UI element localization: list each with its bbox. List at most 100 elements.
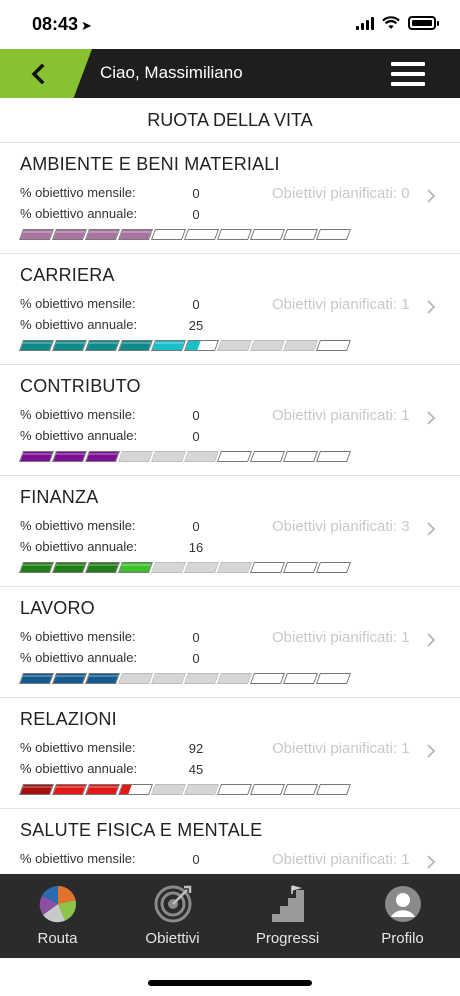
progress-segment — [117, 340, 154, 351]
category-list: AMBIENTE E BENI MATERIALI % obiettivo men… — [0, 143, 460, 874]
progress-segment — [18, 673, 55, 684]
progress-segment — [150, 784, 187, 795]
monthly-goal-label: % obiettivo mensile: — [20, 407, 136, 422]
tab-routa[interactable]: Routa — [0, 874, 115, 958]
category-name: CONTRIBUTO — [20, 376, 141, 396]
category-name: CARRIERA — [20, 265, 115, 285]
progress-segment — [84, 562, 121, 573]
category-row[interactable]: CONTRIBUTO % obiettivo mensile: % obiettiv… — [0, 365, 460, 476]
chevron-right-icon — [427, 522, 436, 536]
progress-segment — [315, 229, 352, 240]
planned-goals-count: Obiettivi pianificati: 0 — [272, 185, 410, 202]
tab-label: Obiettivi — [145, 930, 200, 947]
annual-goal-value: 45 — [188, 762, 204, 777]
progress-segment — [150, 340, 187, 351]
annual-goal-value: 16 — [188, 540, 204, 555]
home-indicator[interactable] — [148, 980, 312, 986]
app-header: Ciao, Massimiliano — [0, 49, 460, 98]
chevron-right-icon — [427, 189, 436, 203]
progress-segment — [315, 340, 352, 351]
category-row[interactable]: FINANZA % obiettivo mensile: % obiettivo a… — [0, 476, 460, 587]
chevron-right-icon — [427, 411, 436, 425]
progress-segment — [249, 784, 286, 795]
monthly-goal-label: % obiettivo mensile: — [20, 851, 136, 866]
annual-goal-label: % obiettivo annuale: — [20, 650, 138, 665]
progress-segment — [282, 229, 319, 240]
page-title: RUOTA DELLA VITA — [0, 98, 460, 143]
home-indicator-area — [0, 958, 460, 996]
progress-segment — [18, 562, 55, 573]
monthly-goal-value: 0 — [192, 297, 200, 312]
monthly-goal-value: 0 — [192, 630, 200, 645]
greeting-title: Ciao, Massimiliano — [100, 63, 243, 82]
wifi-icon — [382, 16, 400, 29]
progress-segment — [183, 340, 220, 351]
progress-segment — [84, 673, 121, 684]
status-icons — [356, 16, 439, 30]
wheel-icon — [39, 886, 76, 923]
progress-segment — [249, 562, 286, 573]
category-row[interactable]: LAVORO % obiettivo mensile: % obiettivo an… — [0, 587, 460, 698]
progress-segment — [117, 451, 154, 462]
progress-segment — [249, 340, 286, 351]
progress-segment — [51, 673, 88, 684]
monthly-goal-label: % obiettivo mensile: — [20, 740, 136, 755]
progress-segment — [150, 673, 187, 684]
category-row[interactable]: RELAZIONI % obiettivo mensile: % obiettivo… — [0, 698, 460, 809]
progress-bar — [18, 340, 352, 351]
progress-segment — [117, 562, 154, 573]
progress-segment — [84, 229, 121, 240]
progress-segment — [315, 673, 352, 684]
annual-goal-label: % obiettivo annuale: — [20, 206, 138, 221]
category-name: SALUTE FISICA E MENTALE — [20, 820, 263, 840]
cellular-signal-icon — [356, 16, 374, 30]
progress-segment — [51, 451, 88, 462]
progress-segment — [282, 562, 319, 573]
progress-bar — [18, 451, 352, 462]
back-arrow-icon — [31, 64, 45, 84]
progress-segment — [18, 784, 55, 795]
clock-text: 08:43 — [32, 14, 79, 34]
progress-bar — [18, 229, 352, 240]
annual-goal-value: 0 — [192, 651, 200, 666]
tab-profilo[interactable]: Profilo — [345, 874, 460, 958]
progress-segment — [216, 340, 253, 351]
tab-label: Progressi — [255, 930, 320, 947]
category-row[interactable]: AMBIENTE E BENI MATERIALI % obiettivo men… — [0, 143, 460, 254]
battery-icon — [408, 16, 439, 30]
hamburger-menu-button[interactable] — [391, 62, 425, 86]
status-bar: 08:43 ➤ — [0, 0, 460, 48]
progress-segment — [51, 229, 88, 240]
progress-segment — [282, 784, 319, 795]
progress-segment — [216, 562, 253, 573]
tab-label: Routa — [37, 930, 78, 947]
annual-goal-label: % obiettivo annuale: — [20, 317, 138, 332]
category-row[interactable]: SALUTE FISICA E MENTALE % obiettivo mensi… — [0, 809, 460, 874]
tab-obiettivi[interactable]: Obiettivi — [115, 874, 230, 958]
monthly-goal-label: % obiettivo mensile: — [20, 518, 136, 533]
progress-segment — [84, 784, 121, 795]
category-name: AMBIENTE E BENI MATERIALI — [20, 154, 280, 174]
bottom-tab-bar: Routa Obiettivi Progressi Profilo — [0, 874, 460, 958]
back-button[interactable] — [0, 49, 92, 98]
category-name: LAVORO — [20, 598, 95, 618]
progress-segment — [282, 673, 319, 684]
monthly-goal-label: % obiettivo mensile: — [20, 185, 136, 200]
annual-goal-value: 25 — [188, 318, 204, 333]
monthly-goal-value: 92 — [188, 741, 204, 756]
monthly-goal-label: % obiettivo mensile: — [20, 629, 136, 644]
monthly-goal-value: 0 — [192, 519, 200, 534]
progress-segment — [51, 562, 88, 573]
tab-progressi[interactable]: Progressi — [230, 874, 345, 958]
progress-segment — [51, 340, 88, 351]
progress-segment — [18, 451, 55, 462]
profile-icon — [384, 886, 421, 922]
progress-segment — [150, 451, 187, 462]
category-row[interactable]: CARRIERA % obiettivo mensile: % obiettivo … — [0, 254, 460, 365]
chevron-right-icon — [427, 744, 436, 758]
progress-segment — [183, 229, 220, 240]
target-icon — [154, 885, 191, 923]
progress-segment — [18, 340, 55, 351]
progress-segment — [282, 451, 319, 462]
progress-segment — [315, 784, 352, 795]
